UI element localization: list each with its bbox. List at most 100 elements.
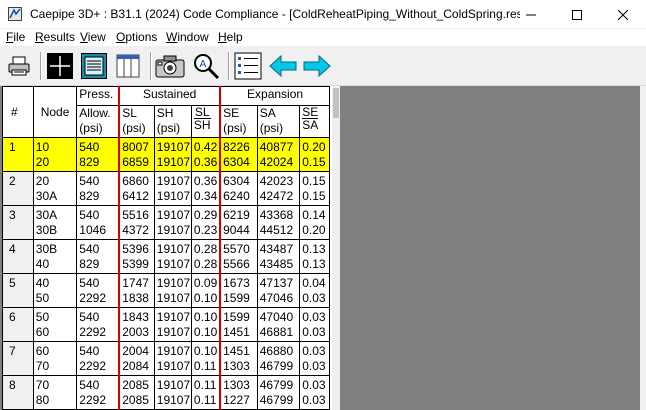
sl-sh-ratio-cell[interactable]: 0.10 0.11 (190, 341, 222, 376)
vertical-scrollbar[interactable] (332, 86, 340, 410)
node-cell[interactable]: 30A 30B (32, 205, 78, 240)
se-cell[interactable]: 1673 1599 (219, 273, 258, 308)
sl-sh-ratio-cell[interactable]: 0.10 0.10 (190, 307, 222, 342)
pressure-allowable-cell[interactable]: 540 829 (76, 239, 120, 274)
sa-cell[interactable]: 47137 47046 (256, 273, 301, 308)
node-cell[interactable]: 30B 40 (32, 239, 78, 274)
table-row[interactable]: 8 70 80 540 2292 2085 2085 19107 19107 0.11 0.11 13… (2, 375, 330, 410)
se-cell[interactable]: 6219 9044 (219, 205, 258, 240)
sl-sh-ratio-cell[interactable]: 0.09 0.10 (190, 273, 222, 308)
pressure-allowable-cell[interactable]: 540 2292 (76, 375, 120, 410)
se-cell[interactable]: 1303 1227 (219, 375, 258, 410)
sl-cell[interactable]: 1747 1838 (118, 273, 155, 308)
maximize-button[interactable] (554, 0, 600, 29)
table-row[interactable]: 5 40 50 540 2292 1747 1838 19107 19107 0.09 0.10 16… (2, 273, 330, 308)
menu-window[interactable]: Window (166, 30, 209, 44)
table-row[interactable]: 4 30B 40 540 829 5396 5399 19107 19107 0.28 0.28 55… (2, 239, 330, 274)
camera-button[interactable] (155, 51, 185, 81)
table-row[interactable]: 7 60 70 540 2292 2004 2084 19107 19107 0.10 0.11 14… (2, 341, 330, 376)
sl-sh-ratio-cell[interactable]: 0.29 0.23 (190, 205, 222, 240)
se-cell[interactable]: 1599 1451 (219, 307, 258, 342)
next-button[interactable] (302, 51, 332, 81)
se-cell[interactable]: 5570 5566 (219, 239, 258, 274)
sh-cell[interactable]: 19107 19107 (153, 273, 192, 308)
list-button[interactable] (233, 51, 263, 81)
minimize-button[interactable] (508, 0, 554, 29)
row-number[interactable]: 6 (2, 307, 34, 342)
se-sa-ratio-cell[interactable]: 0.13 0.13 (299, 239, 330, 274)
menu-results[interactable]: Results (35, 30, 75, 44)
pressure-allowable-cell[interactable]: 540 2292 (76, 341, 120, 376)
sa-cell[interactable]: 43487 43485 (256, 239, 301, 274)
node-cell[interactable]: 60 70 (32, 341, 78, 376)
se-sa-ratio-cell[interactable]: 0.03 0.03 (299, 375, 330, 410)
sa-cell[interactable]: 40877 42024 (256, 137, 301, 172)
node-cell[interactable]: 10 20 (32, 137, 78, 172)
sa-cell[interactable]: 42023 42472 (256, 171, 301, 206)
sl-sh-ratio-cell[interactable]: 0.11 0.11 (190, 375, 222, 410)
graphics-button[interactable] (45, 51, 75, 81)
node-cell[interactable]: 40 50 (32, 273, 78, 308)
sa-cell[interactable]: 43368 44512 (256, 205, 301, 240)
scrollbar-thumb[interactable] (333, 88, 339, 118)
sh-cell[interactable]: 19107 19107 (153, 137, 192, 172)
sh-cell[interactable]: 19107 19107 (153, 239, 192, 274)
sa-cell[interactable]: 46880 46799 (256, 341, 301, 376)
sl-sh-ratio-cell[interactable]: 0.42 0.36 (190, 137, 222, 172)
se-sa-ratio-cell[interactable]: 0.03 0.03 (299, 307, 330, 342)
row-number[interactable]: 5 (2, 273, 34, 308)
row-number[interactable]: 4 (2, 239, 34, 274)
se-cell[interactable]: 6304 6240 (219, 171, 258, 206)
table-row[interactable]: 1 10 20 540 829 8007 6859 19107 19107 0.42 0.36 822… (2, 137, 330, 172)
se-sa-ratio-cell[interactable]: 0.04 0.03 (299, 273, 330, 308)
menu-file[interactable]: File (6, 30, 25, 44)
se-sa-ratio-cell[interactable]: 0.14 0.20 (299, 205, 330, 240)
previous-button[interactable] (268, 51, 298, 81)
sl-cell[interactable]: 8007 6859 (118, 137, 155, 172)
se-cell[interactable]: 8226 6304 (219, 137, 258, 172)
table-view-button[interactable] (113, 51, 143, 81)
table-row[interactable]: 3 30A 30B 540 1046 5516 4372 19107 19107 0.29 0.23… (2, 205, 330, 240)
sh-cell[interactable]: 19107 19107 (153, 307, 192, 342)
node-cell[interactable]: 70 80 (32, 375, 78, 410)
sl-sh-ratio-cell[interactable]: 0.28 0.28 (190, 239, 222, 274)
sh-cell[interactable]: 19107 19107 (153, 205, 192, 240)
sl-cell[interactable]: 5516 4372 (118, 205, 155, 240)
print-button[interactable] (4, 51, 34, 81)
sh-cell[interactable]: 19107 19107 (153, 341, 192, 376)
pressure-allowable-cell[interactable]: 540 829 (76, 171, 120, 206)
menu-options[interactable]: Options (116, 30, 157, 44)
row-number[interactable]: 8 (2, 375, 34, 410)
row-number[interactable]: 2 (2, 171, 34, 206)
sl-cell[interactable]: 5396 5399 (118, 239, 155, 274)
table-row[interactable]: 6 50 60 540 2292 1843 2003 19107 19107 0.10 0.10 15… (2, 307, 330, 342)
sh-cell[interactable]: 19107 19107 (153, 171, 192, 206)
sa-cell[interactable]: 47040 46881 (256, 307, 301, 342)
pressure-allowable-cell[interactable]: 540 1046 (76, 205, 120, 240)
se-sa-ratio-cell[interactable]: 0.20 0.15 (299, 137, 330, 172)
sa-cell[interactable]: 46799 46799 (256, 375, 301, 410)
node-cell[interactable]: 20 30A (32, 171, 78, 206)
sl-cell[interactable]: 6860 6412 (118, 171, 155, 206)
row-number[interactable]: 7 (2, 341, 34, 376)
se-cell[interactable]: 1451 1303 (219, 341, 258, 376)
sl-sh-ratio-cell[interactable]: 0.36 0.34 (190, 171, 222, 206)
pressure-allowable-cell[interactable]: 540 2292 (76, 273, 120, 308)
row-number[interactable]: 1 (2, 137, 34, 172)
table-row[interactable]: 2 20 30A 540 829 6860 6412 19107 19107 0.36 0.34 63… (2, 171, 330, 206)
pressure-allowable-cell[interactable]: 540 829 (76, 137, 120, 172)
sl-cell[interactable]: 2004 2084 (118, 341, 155, 376)
app-icon[interactable] (8, 7, 22, 21)
sl-cell[interactable]: 2085 2085 (118, 375, 155, 410)
row-number[interactable]: 3 (2, 205, 34, 240)
se-sa-ratio-cell[interactable]: 0.15 0.15 (299, 171, 330, 206)
close-button[interactable] (600, 0, 646, 29)
pressure-allowable-cell[interactable]: 540 2292 (76, 307, 120, 342)
sh-cell[interactable]: 19107 19107 (153, 375, 192, 410)
node-cell[interactable]: 50 60 (32, 307, 78, 342)
menu-help[interactable]: Help (218, 30, 243, 44)
find-button[interactable]: A (191, 51, 221, 81)
menu-view[interactable]: View (80, 30, 106, 44)
sl-cell[interactable]: 1843 2003 (118, 307, 155, 342)
text-report-button[interactable] (79, 51, 109, 81)
